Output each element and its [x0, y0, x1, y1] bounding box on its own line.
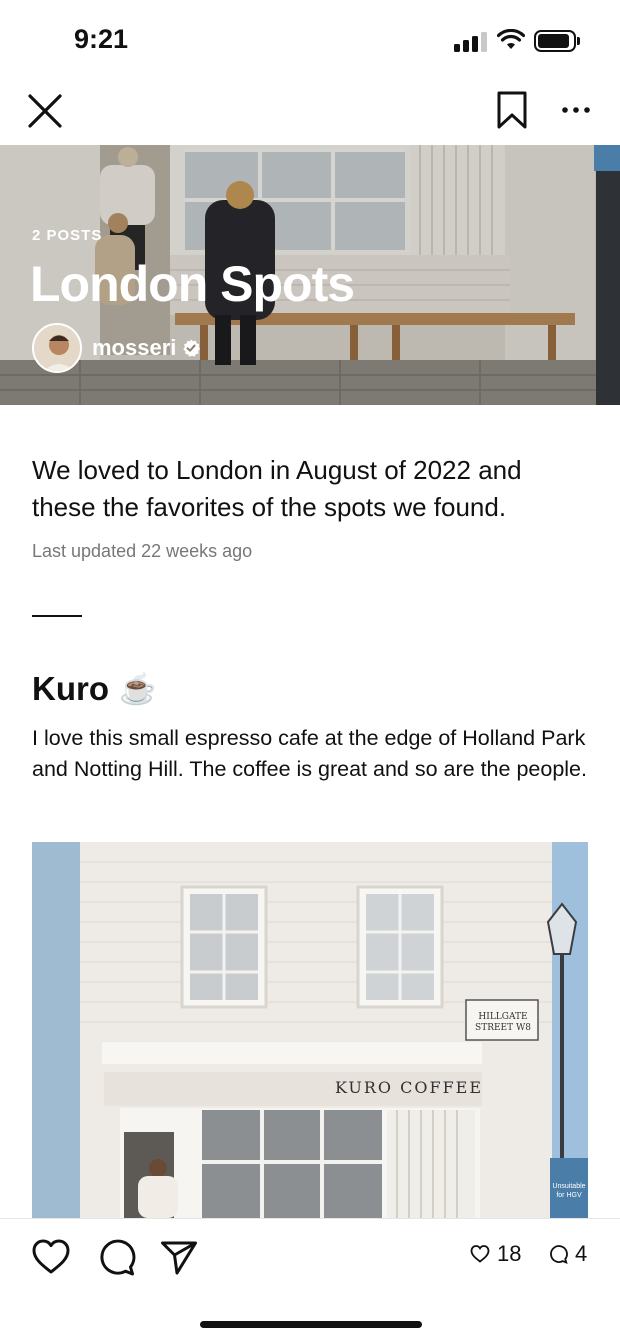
- top-nav: [0, 80, 620, 144]
- more-icon[interactable]: [560, 94, 592, 126]
- guide-title: London Spots: [30, 256, 355, 312]
- status-time: 9:21: [74, 24, 129, 54]
- signal-icon: [454, 30, 488, 52]
- post-photo[interactable]: KURO COFFEE HILLGATE STREET W8 Unsuitabl…: [32, 842, 588, 1218]
- bottom-bar: 18 4: [0, 1218, 620, 1342]
- username: mosseri: [92, 335, 177, 360]
- guide-description: We loved to London in August of 2022 and…: [32, 455, 522, 522]
- wifi-icon: [497, 29, 525, 49]
- guide-hero: 2 POSTS London Spots mosseri: [0, 145, 620, 405]
- comment-small-icon: [550, 1245, 568, 1264]
- verified-badge-icon: [183, 339, 201, 357]
- street-sign: HILLGATE STREET W8: [475, 1012, 531, 1033]
- last-updated: Last updated 22 weeks ago: [32, 541, 253, 561]
- like-count[interactable]: 18: [470, 1241, 521, 1267]
- cafe-sign: KURO COFFEE: [335, 1078, 484, 1097]
- road-sign: Unsuitable for HGV: [552, 1183, 586, 1199]
- post-body: I love this small espresso cafe at the e…: [32, 726, 587, 781]
- close-icon[interactable]: [26, 92, 64, 130]
- post-title: Kuro ☕: [32, 670, 156, 708]
- comment-count[interactable]: 4: [548, 1241, 587, 1267]
- post-count: 2 POSTS: [32, 227, 103, 244]
- avatar[interactable]: [32, 323, 82, 373]
- comment-count-value: 4: [575, 1241, 588, 1266]
- battery-icon: [534, 30, 580, 52]
- author-link[interactable]: mosseri: [92, 335, 201, 361]
- post-title-text: Kuro: [32, 670, 109, 707]
- home-indicator: [200, 1321, 422, 1328]
- like-count-value: 18: [497, 1241, 522, 1266]
- status-bar: 9:21: [0, 0, 620, 80]
- bookmark-icon[interactable]: [494, 90, 530, 130]
- divider: [32, 615, 82, 617]
- heart-small-icon: [470, 1245, 490, 1263]
- comment-icon[interactable]: [96, 1237, 136, 1277]
- share-icon[interactable]: [159, 1237, 199, 1277]
- like-icon[interactable]: [31, 1237, 71, 1277]
- coffee-emoji: ☕: [119, 672, 157, 706]
